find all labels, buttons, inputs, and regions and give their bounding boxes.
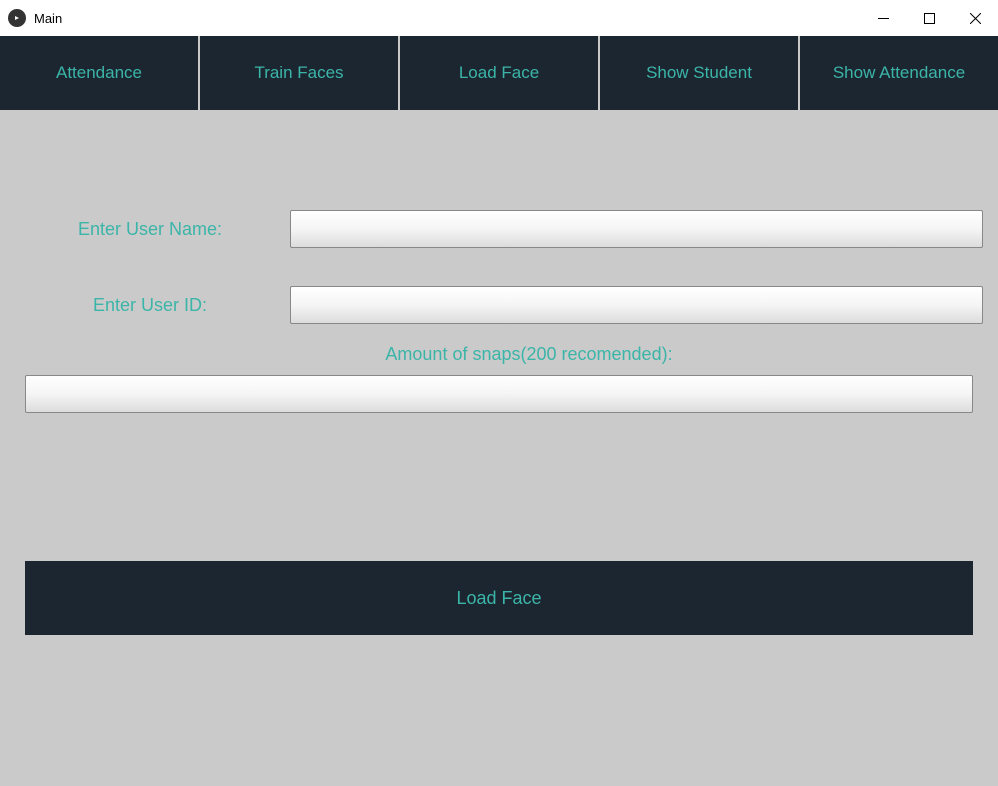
window-controls [860, 0, 998, 36]
snaps-input[interactable] [25, 375, 973, 413]
maximize-icon [924, 13, 935, 24]
tab-show-student[interactable]: Show Student [600, 36, 798, 110]
tab-train-faces[interactable]: Train Faces [200, 36, 398, 110]
snaps-label: Amount of snaps(200 recomended): [10, 344, 988, 365]
content-area: Attendance Train Faces Load Face Show St… [0, 36, 998, 786]
nav-tabs: Attendance Train Faces Load Face Show St… [0, 36, 998, 110]
userid-row: Enter User ID: [10, 286, 988, 324]
form-area: Enter User Name: Enter User ID: Amount o… [0, 210, 998, 413]
userid-input[interactable] [290, 286, 983, 324]
load-face-button[interactable]: Load Face [25, 561, 973, 635]
minimize-icon [878, 13, 889, 24]
window-title: Main [34, 11, 62, 26]
username-label: Enter User Name: [10, 219, 290, 240]
titlebar: Main [0, 0, 998, 36]
tab-show-attendance[interactable]: Show Attendance [800, 36, 998, 110]
minimize-button[interactable] [860, 0, 906, 36]
titlebar-left: Main [8, 9, 62, 27]
userid-label: Enter User ID: [10, 295, 290, 316]
close-button[interactable] [952, 0, 998, 36]
username-input[interactable] [290, 210, 983, 248]
tab-attendance[interactable]: Attendance [0, 36, 198, 110]
snaps-section: Amount of snaps(200 recomended): [10, 344, 988, 413]
close-icon [970, 13, 981, 24]
maximize-button[interactable] [906, 0, 952, 36]
app-icon [8, 9, 26, 27]
username-row: Enter User Name: [10, 210, 988, 248]
tab-load-face[interactable]: Load Face [400, 36, 598, 110]
